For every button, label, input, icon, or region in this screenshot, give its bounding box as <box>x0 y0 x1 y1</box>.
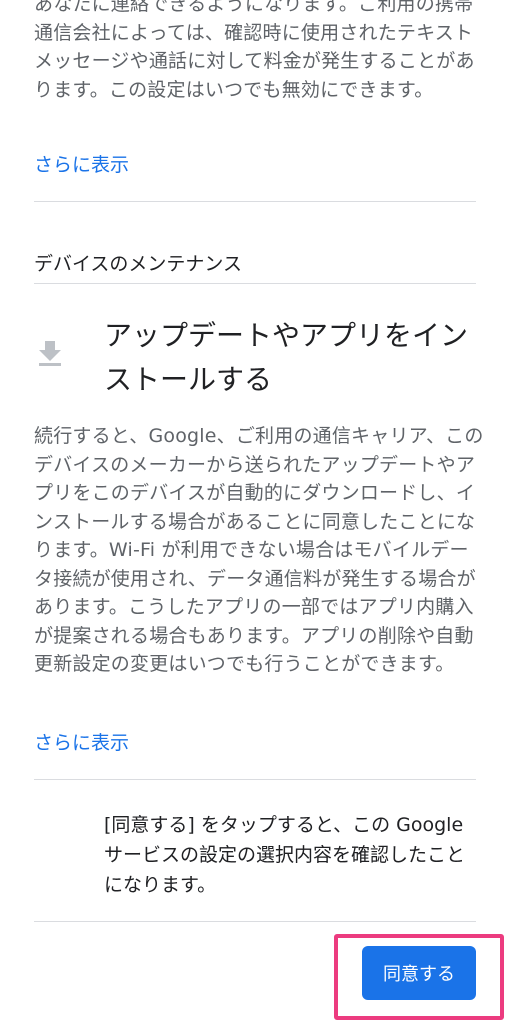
google-services-screen: あなたに連絡できるようになります。ご利用の携帯通信会社によっては、確認時に使用さ… <box>0 0 510 1024</box>
verification-description: あなたに連絡できるようになります。ご利用の携帯通信会社によっては、確認時に使用さ… <box>34 0 475 101</box>
divider <box>34 283 476 284</box>
divider <box>34 921 476 922</box>
section-title-device-maintenance: デバイスのメンテナンス <box>34 253 243 275</box>
install-updates-description: 続行すると、Google、ご利用の通信キャリア、このデバイスのメーカーから送られ… <box>34 425 484 675</box>
show-more-link-install[interactable]: さらに表示 <box>34 730 129 756</box>
divider <box>34 201 476 202</box>
divider <box>34 779 476 780</box>
agree-button[interactable]: 同意する <box>362 946 476 1000</box>
download-icon <box>36 339 64 367</box>
install-updates-title: アップデートやアプリをインストールする <box>104 319 469 396</box>
consent-text: [同意する] をタップすると、この Google サービスの設定の選択内容を確認… <box>104 814 466 896</box>
show-more-link-verification[interactable]: さらに表示 <box>34 152 129 178</box>
